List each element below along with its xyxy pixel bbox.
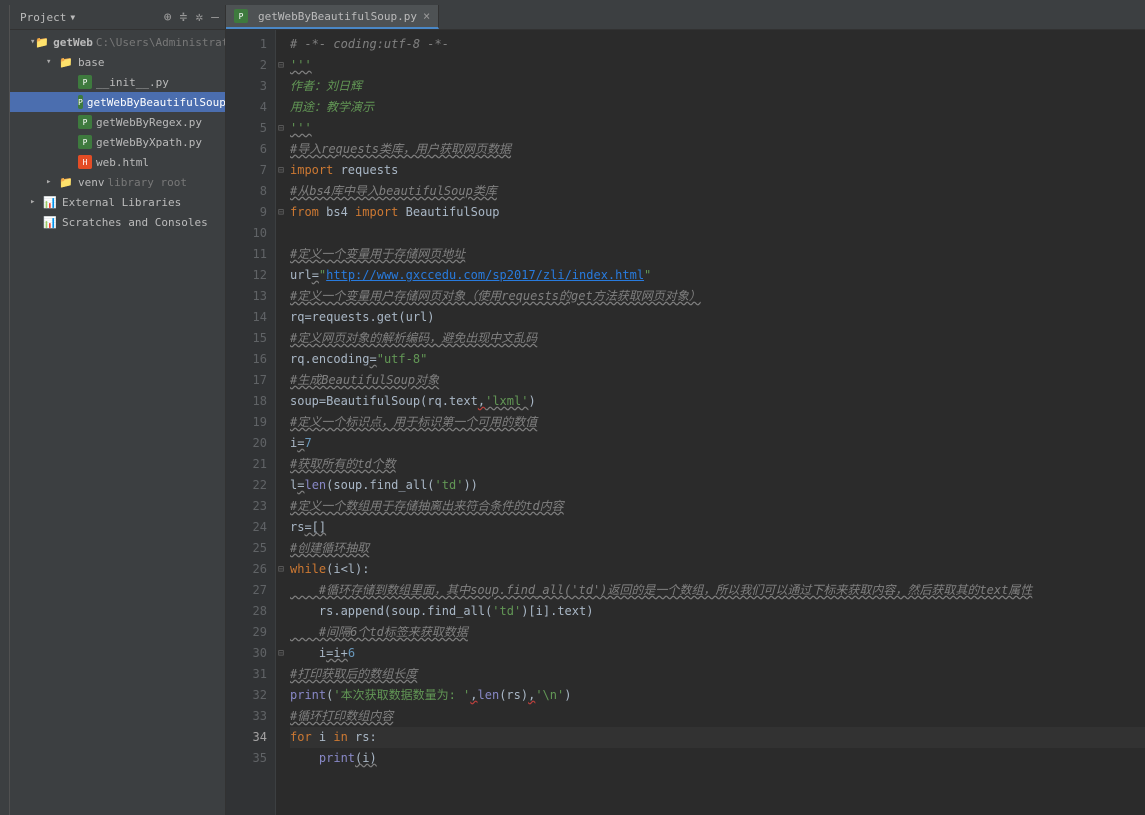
code-line	[290, 223, 1145, 244]
code-line: #循环存储到数组里面，其中soup.find_all('td')返回的是一个数组…	[290, 580, 1145, 601]
folder-icon	[58, 176, 74, 189]
code-line: rq.encoding="utf-8"	[290, 349, 1145, 370]
code-line: #生成BeautifulSoup对象	[290, 370, 1145, 391]
code-line: for i in rs:	[290, 727, 1145, 748]
folder-icon	[58, 56, 74, 69]
tree-file-xpath[interactable]: getWebByXpath.py	[10, 132, 225, 152]
code-line: rs.append(soup.find_all('td')[i].text)	[290, 601, 1145, 622]
tree-root-getweb[interactable]: ▾ getWeb C:\Users\Administrat	[10, 32, 225, 52]
python-file-icon	[78, 135, 92, 149]
code-line: soup=BeautifulSoup(rq.text,'lxml')	[290, 391, 1145, 412]
chevron-right-icon[interactable]: ▸	[46, 177, 58, 187]
code-line: while(i<l):	[290, 559, 1145, 580]
project-tree: ▾ getWeb C:\Users\Administrat ▾ base __i…	[10, 30, 225, 815]
code-line: #创建循环抽取	[290, 538, 1145, 559]
code-line: #定义一个标识点，用于标识第一个可用的数值	[290, 412, 1145, 433]
tree-scratches[interactable]: Scratches and Consoles	[10, 212, 225, 232]
close-icon[interactable]: ×	[423, 9, 430, 23]
tree-file-init[interactable]: __init__.py	[10, 72, 225, 92]
editor-area: getWebByBeautifulSoup.py × 12345678910 1…	[226, 5, 1145, 815]
project-dropdown-arrow-icon[interactable]: ▼	[70, 13, 75, 22]
code-line: #导入requests类库，用户获取网页数据	[290, 139, 1145, 160]
library-icon	[42, 196, 58, 209]
code-line: rq=requests.get(url)	[290, 307, 1145, 328]
scratches-icon	[42, 216, 58, 229]
code-line: from bs4 import BeautifulSoup	[290, 202, 1145, 223]
code-line: l=len(soup.find_all('td'))	[290, 475, 1145, 496]
code-line: '''	[290, 118, 1145, 139]
code-line: #从bs4库中导入beautifulSoup类库	[290, 181, 1145, 202]
settings-icon[interactable]: ✲	[195, 10, 203, 25]
line-number-gutter[interactable]: 12345678910 11121314151617181920 2122232…	[226, 30, 276, 815]
code-line: #循环打印数组内容	[290, 706, 1145, 727]
code-line: i=i+6	[290, 643, 1145, 664]
tree-file-webhtml[interactable]: web.html	[10, 152, 225, 172]
sidebar-header: Project ▼ ⊕ ≑ ✲ —	[10, 5, 225, 30]
code-line: #定义一个变量用于存储网页地址	[290, 244, 1145, 265]
tree-file-beautifulsoup[interactable]: getWebByBeautifulSoup.	[10, 92, 225, 112]
tree-external-libraries[interactable]: ▸ External Libraries	[10, 192, 225, 212]
folder-icon	[35, 36, 49, 49]
tree-file-regex[interactable]: getWebByRegex.py	[10, 112, 225, 132]
code-line: #定义一个数组用于存储抽离出来符合条件的td内容	[290, 496, 1145, 517]
code-line: import requests	[290, 160, 1145, 181]
chevron-right-icon[interactable]: ▸	[30, 197, 42, 207]
python-file-icon	[78, 115, 92, 129]
editor: 12345678910 11121314151617181920 2122232…	[226, 30, 1145, 815]
project-sidebar: Project ▼ ⊕ ≑ ✲ — ▾ getWeb C:\Users\Admi…	[10, 5, 226, 815]
code-line: url="http://www.gxccedu.com/sp2017/zli/i…	[290, 265, 1145, 286]
code-line: # -*- coding:utf-8 -*-	[290, 34, 1145, 55]
code-line: rs=[]	[290, 517, 1145, 538]
code-line: '''	[290, 55, 1145, 76]
code-line: #获取所有的td个数	[290, 454, 1145, 475]
project-dropdown-label[interactable]: Project	[20, 11, 66, 24]
html-file-icon	[78, 155, 92, 169]
fold-gutter[interactable]: ⊟⊟⊟⊟ ⊟⊟	[276, 30, 286, 815]
code-line: #定义一个变量用户存储网页对象（使用requests的get方法获取网页对象）	[290, 286, 1145, 307]
python-file-icon	[234, 9, 248, 23]
code-line: print('本次获取数据数量为: ',len(rs),'\n')	[290, 685, 1145, 706]
tab-getwebbybeautifulsoup[interactable]: getWebByBeautifulSoup.py ×	[226, 5, 439, 29]
tree-folder-venv[interactable]: ▸ venv library root	[10, 172, 225, 192]
expand-all-icon[interactable]: ≑	[180, 10, 188, 25]
code-area[interactable]: # -*- coding:utf-8 -*- ''' 作者：刘日辉 用途：教学演…	[286, 30, 1145, 815]
hide-icon[interactable]: —	[211, 10, 219, 25]
code-line: 作者：刘日辉	[290, 76, 1145, 97]
main-container: Project ▼ ⊕ ≑ ✲ — ▾ getWeb C:\Users\Admi…	[0, 5, 1145, 815]
code-line: print(i)	[290, 748, 1145, 769]
locate-icon[interactable]: ⊕	[164, 10, 172, 25]
code-line: #定义网页对象的解析编码，避免出现中文乱码	[290, 328, 1145, 349]
python-file-icon	[78, 95, 83, 109]
tree-folder-base[interactable]: ▾ base	[10, 52, 225, 72]
code-line: 用途：教学演示	[290, 97, 1145, 118]
left-tool-gutter[interactable]	[0, 5, 10, 815]
code-line: #间隔6个td标签来获取数据	[290, 622, 1145, 643]
code-line: #打印获取后的数组长度	[290, 664, 1145, 685]
chevron-down-icon[interactable]: ▾	[46, 57, 58, 67]
python-file-icon	[78, 75, 92, 89]
editor-tabs: getWebByBeautifulSoup.py ×	[226, 5, 1145, 30]
code-line: i=7	[290, 433, 1145, 454]
